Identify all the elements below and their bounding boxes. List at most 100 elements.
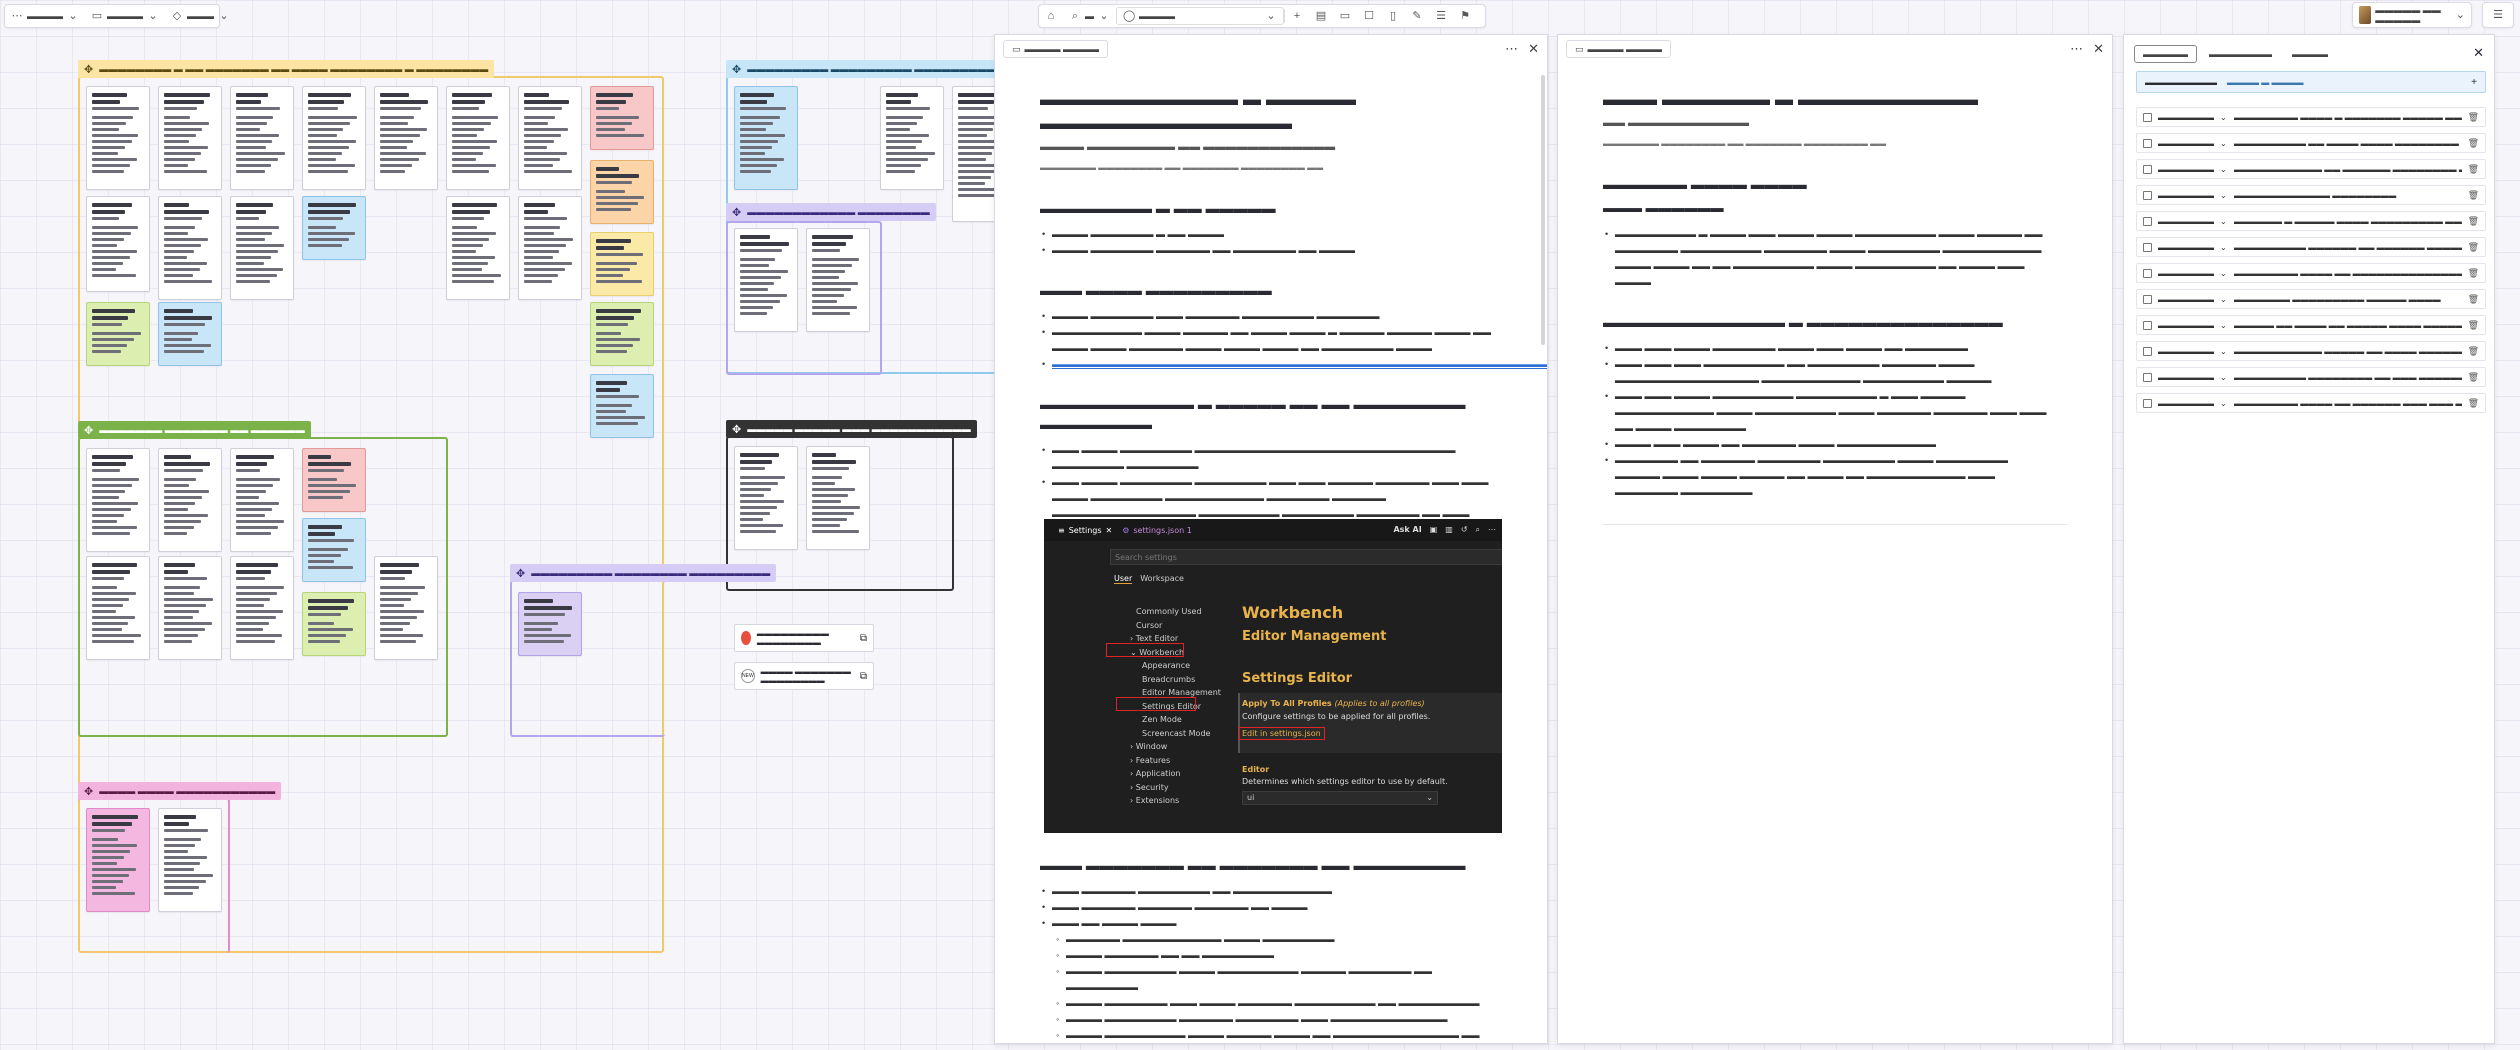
canvas-card[interactable] [86,808,150,912]
canvas-card[interactable] [806,228,870,332]
task-checkbox[interactable] [2143,268,2152,278]
close-icon[interactable]: ✕ [1528,41,1539,57]
frame-pink-label[interactable]: ✥ ▬▬▬▬ ▬▬▬▬ ▬▬▬▬▬▬▬▬▬▬▬ [78,782,282,800]
canvas-card[interactable] [158,556,222,660]
page-tool[interactable]: ▯ [1381,5,1405,27]
task-row[interactable]: ▬▬▬▬▬▬▬ ⌄ ▬▬▬▬▬▬▬▬▬▬▬ ▬▬▬▬▬ ▬▬ ▬▬▬▬ ▬▬▬▬▬▬… [2136,341,2486,361]
task-row[interactable]: ▬▬▬▬▬▬▬ ⌄ ▬▬▬▬▬▬▬▬▬ ▬▬ ▬▬▬▬ ▬▬▬▬ ▬▬▬▬▬▬▬▬ 🗑 [2136,133,2486,153]
task-checkbox[interactable] [2143,294,2152,304]
task-status[interactable]: ▬▬▬▬▬▬▬ ⌄ [2158,113,2228,122]
canvas-card[interactable] [590,374,654,438]
task-row[interactable]: ▬▬▬▬▬▬▬ ⌄ ▬▬▬▬▬▬▬▬▬ ▬▬▬▬▬▬ ▬▬ ▬▬▬▬▬▬ ▬▬▬▬▬… [2136,237,2486,257]
canvas-card[interactable] [734,228,798,332]
task-status[interactable]: ▬▬▬▬▬▬▬ ⌄ [2158,139,2228,148]
close-icon[interactable]: ✕ [2093,41,2104,57]
trash-icon[interactable]: 🗑 [2468,294,2479,305]
canvas-card[interactable] [518,196,582,300]
home-button[interactable]: ⌂ [1039,5,1063,27]
task-row[interactable]: ▬▬▬▬▬▬▬ ⌄ ▬▬▬▬▬▬▬ ▬▬▬▬▬▬▬▬▬ ▬▬▬▬▬ ▬▬▬▬ 🗑 [2136,289,2486,309]
canvas-card[interactable] [86,302,150,366]
sidebar-toggle[interactable]: ☰ [2482,2,2514,28]
task-status[interactable]: ▬▬▬▬▬▬▬ ⌄ [2158,165,2228,174]
canvas-card[interactable] [880,86,944,190]
task-checkbox[interactable] [2143,320,2152,330]
canvas-card[interactable] [446,196,510,300]
task-row[interactable]: ▬▬▬▬▬▬▬ ⌄ ▬▬▬▬▬▬▬▬ ▬▬▬▬ ▬▬ ▬▬▬▬▬▬ ▬▬▬ ▬▬▬ … [2136,393,2486,413]
task-checkbox[interactable] [2143,164,2152,174]
canvas-card[interactable] [86,448,150,552]
trash-icon[interactable]: 🗑 [2468,242,2479,253]
trash-icon[interactable]: 🗑 [2468,164,2479,175]
task-filter[interactable]: ▬▬▬▬▬▬▬▬▬ ▬▬▬▬ ▬ ▬▬▬▬ + [2136,71,2486,93]
task-status[interactable]: ▬▬▬▬▬▬▬ ⌄ [2158,373,2228,382]
tasks-tab-active[interactable]: ▬▬▬▬▬ [2134,45,2197,63]
frame-green-label[interactable]: ✥ ▬▬▬▬▬▬▬ ▬▬▬▬▬▬▬ ▬▬ ▬▬▬▬▬▬ [78,421,311,439]
canvas-card[interactable] [158,302,222,366]
doc-link[interactable]: ▬▬▬▬▬▬▬▬▬▬▬▬▬▬▬▬▬▬▬▬▬▬▬▬▬▬▬▬▬▬▬▬▬▬▬▬▬▬▬▬… [1052,359,1547,369]
trash-icon[interactable]: 🗑 [2468,372,2479,383]
task-status[interactable]: ▬▬▬▬▬▬▬ ⌄ [2158,217,2228,226]
task-checkbox[interactable] [2143,216,2152,226]
zoom-button[interactable]: ⌕ ▬ ⌄ [1063,5,1116,27]
canvas-card[interactable] [518,86,582,190]
draw-tool[interactable]: ✎ [1405,5,1429,27]
trash-icon[interactable]: 🗑 [2468,216,2479,227]
tasks-tab[interactable]: ▬▬▬▬▬▬▬ [2201,45,2280,63]
canvas-card[interactable] [806,446,870,550]
canvas-card[interactable] [158,808,222,912]
note-tool[interactable]: ▤ [1309,5,1333,27]
menu-button[interactable]: ⋯ ▬▬▬▬ ⌄ [5,5,85,27]
link-card[interactable]: ▬▬▬▬▬▬▬▬▬ ▬▬▬▬▬▬▬▬ ⧉ [734,624,874,652]
trash-icon[interactable]: 🗑 [2468,346,2479,357]
canvas-card[interactable] [374,86,438,190]
more-icon[interactable]: ⋯ [2070,41,2083,57]
task-row[interactable]: ▬▬▬▬▬▬▬ ⌄ ▬▬▬▬▬▬ ▬ ▬▬▬▬▬ ▬▬▬▬ ▬▬▬▬▬▬▬▬▬ ▬▬… [2136,211,2486,231]
trash-icon[interactable]: 🗑 [2468,320,2479,331]
canvas-card[interactable] [158,196,222,300]
task-status[interactable]: ▬▬▬▬▬▬▬ ⌄ [2158,243,2228,252]
flag-tool[interactable]: ⚑ [1453,5,1477,27]
task-checkbox[interactable] [2143,190,2152,200]
task-row[interactable]: ▬▬▬▬▬▬▬ ⌄ ▬▬▬▬▬▬▬▬▬▬▬▬ ▬▬▬▬▬▬▬▬ 🗑 [2136,185,2486,205]
task-status[interactable]: ▬▬▬▬▬▬▬ ⌄ [2158,347,2228,356]
task-row[interactable]: ▬▬▬▬▬▬▬ ⌄ ▬▬▬▬▬▬▬▬ ▬▬▬▬ ▬▬ ▬▬▬▬▬▬▬▬▬▬▬▬▬▬▬… [2136,263,2486,283]
canvas-card[interactable] [590,86,654,150]
canvas-card[interactable] [374,556,438,660]
more-icon[interactable]: ⋯ [1505,41,1518,57]
canvas-card[interactable] [158,86,222,190]
canvas-card[interactable] [302,592,366,656]
workspace-button[interactable]: ▬▬▬▬▬ ▬▬ ▬▬▬▬▬ ⌄ [2353,3,2471,27]
trash-icon[interactable]: 🗑 [2468,138,2479,149]
task-checkbox[interactable] [2143,138,2152,148]
trash-icon[interactable]: 🗑 [2468,268,2479,279]
doc-tab[interactable]: ▭ ▬▬▬▬ ▬▬▬▬ [1003,40,1109,58]
canvas-card[interactable] [302,518,366,582]
trash-icon[interactable]: 🗑 [2468,398,2479,409]
view-selector[interactable]: ◯ ▬▬▬▬ ⌄ [1116,7,1284,25]
task-status[interactable]: ▬▬▬▬▬▬▬ ⌄ [2158,321,2228,330]
plus-icon[interactable]: + [2471,77,2477,88]
frame-lavender-2-label[interactable]: ✥ ▬▬▬▬▬▬▬▬▬ ▬▬▬▬▬▬▬▬ ▬▬▬▬▬▬▬▬▬ [510,564,777,582]
tasks-tab[interactable]: ▬▬▬▬ [2284,45,2336,63]
frame-dark-label[interactable]: ✥ ▬▬▬▬▬ ▬▬▬▬▬ ▬▬▬ ▬▬▬▬▬▬▬▬▬▬▬ [726,420,977,438]
task-row[interactable]: ▬▬▬▬▬▬▬ ⌄ ▬▬▬▬▬▬▬▬ ▬▬▬▬ ▬ ▬▬▬▬▬▬▬ ▬▬▬▬▬ ▬▬… [2136,107,2486,127]
task-checkbox[interactable] [2143,372,2152,382]
canvas-card[interactable] [230,556,294,660]
task-checkbox[interactable] [2143,346,2152,356]
canvas-card[interactable] [590,160,654,224]
canvas-card[interactable] [734,446,798,550]
canvas-card[interactable] [230,86,294,190]
canvas-card[interactable] [86,196,150,292]
canvas-card[interactable] [302,86,366,190]
canvas-card[interactable] [302,196,366,260]
canvas-card[interactable] [230,196,294,300]
canvas-card[interactable] [590,302,654,366]
task-row[interactable]: ▬▬▬▬▬▬▬ ⌄ ▬▬▬▬▬▬▬▬▬▬▬ ▬▬ ▬▬▬▬▬▬ ▬▬▬▬▬▬▬▬ ▬… [2136,159,2486,179]
share-button[interactable]: ◇ ▬▬▬ ⌄ [165,5,236,27]
canvas-card[interactable] [230,448,294,552]
trash-icon[interactable]: 🗑 [2468,112,2479,123]
task-status[interactable]: ▬▬▬▬▬▬▬ ⌄ [2158,191,2228,200]
scrollbar[interactable] [1541,75,1545,345]
add-button[interactable]: + [1285,5,1309,27]
card-tool[interactable]: ☐ [1357,5,1381,27]
